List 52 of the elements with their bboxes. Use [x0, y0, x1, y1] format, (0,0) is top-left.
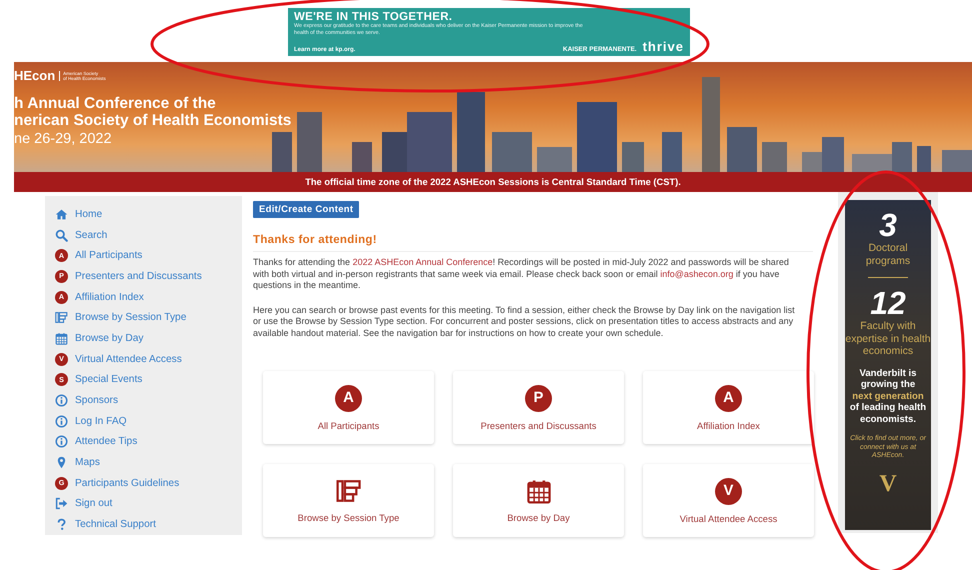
calendar-icon [526, 478, 552, 504]
stat-label: Faculty with expertise in health economics [845, 320, 931, 358]
body-paragraph: Thanks for attending the 2022 ASHEcon Annual Conference! Recordings will be posted in mid-July 2022 and passwords will be shared with both virtual and in-person registrants that same week via email. Please check back soon or email info@ashecon.org if you have questions in the meantime. [253, 257, 790, 292]
text-link[interactable]: 2022 ASHEcon Annual Conference [352, 257, 493, 267]
nav-link[interactable]: Technical Support [55, 514, 242, 535]
calendar-icon [55, 332, 68, 345]
columns-icon [336, 478, 362, 504]
nav-link[interactable]: Search [55, 224, 242, 246]
nav-link[interactable]: Browse by Session Type [55, 307, 242, 328]
nav-link[interactable]: Maps [55, 452, 242, 473]
info-icon [55, 435, 68, 448]
nav-link[interactable]: Attendee Tips [55, 432, 242, 452]
conference-dates: ne 26-29, 2022 [14, 131, 113, 147]
nav-card[interactable]: V Virtual Attendee Access [643, 464, 814, 537]
map-pin-icon [55, 456, 68, 470]
body-paragraph: Here you can search or browse past events for this meeting. To find a session, either check the Browse by Day link on the navigation list or use the Browse by Session Type section. For concurrent and poster sessions, click on presentation titles to access abstracts and any available handout material. See the navigation bar for instructions on how to create your own schedule. [253, 304, 796, 339]
stat-number: 12 [870, 286, 906, 320]
info-icon [55, 414, 68, 428]
nav-link[interactable]: Home [55, 204, 242, 225]
edit-content-button[interactable]: Edit/Create Content [253, 201, 360, 218]
ad-headline: WE'RE IN THIS TOGETHER. [294, 11, 454, 23]
ad-statement: Vanderbilt is growing the next generation of leading health economists. [848, 368, 928, 425]
nav-link[interactable]: Log In FAQ [55, 410, 242, 432]
brand-logo: thrive [642, 40, 684, 53]
question-icon [55, 518, 68, 532]
nav-card[interactable]: Browse by Day [453, 464, 624, 537]
ad-banner[interactable] [288, 8, 690, 56]
letter-circle-icon: A [715, 384, 742, 412]
letter-circle-icon: A [335, 384, 362, 412]
search-icon [55, 228, 68, 242]
letter-circle-icon: V [715, 478, 742, 504]
site-logo[interactable]: HEcon [14, 68, 56, 83]
text-link[interactable]: info@ashecon.org [660, 268, 734, 278]
timezone-notice: The official time zone of the 2022 ASHEcon Sessions is Central Standard Time (CST). [14, 172, 972, 192]
nav-card[interactable]: Browse by Session Type [263, 464, 434, 537]
conference-title: nerican Society of Health Economists [14, 112, 292, 129]
nav-card[interactable]: A All Participants [263, 371, 434, 444]
nav-card[interactable]: P Presenters and Discussants [453, 371, 624, 444]
home-icon [55, 208, 68, 221]
section-heading: Thanks for attending! [253, 234, 813, 252]
nav-link[interactable]: Sponsors [55, 390, 242, 411]
nav-link[interactable]: Sign out [55, 494, 242, 514]
nav-link[interactable]: Browse by Day [55, 328, 242, 349]
stat-label: Doctoral programs [864, 242, 912, 267]
nav-card[interactable]: A Affiliation Index [643, 371, 814, 444]
columns-icon [55, 311, 68, 324]
info-icon [55, 394, 68, 408]
sign-out-icon [55, 497, 68, 510]
conference-title: h Annual Conference of the [14, 95, 217, 112]
stat-number: 3 [879, 208, 897, 242]
university-logo: V [879, 470, 897, 498]
letter-circle-icon: P [525, 384, 552, 412]
